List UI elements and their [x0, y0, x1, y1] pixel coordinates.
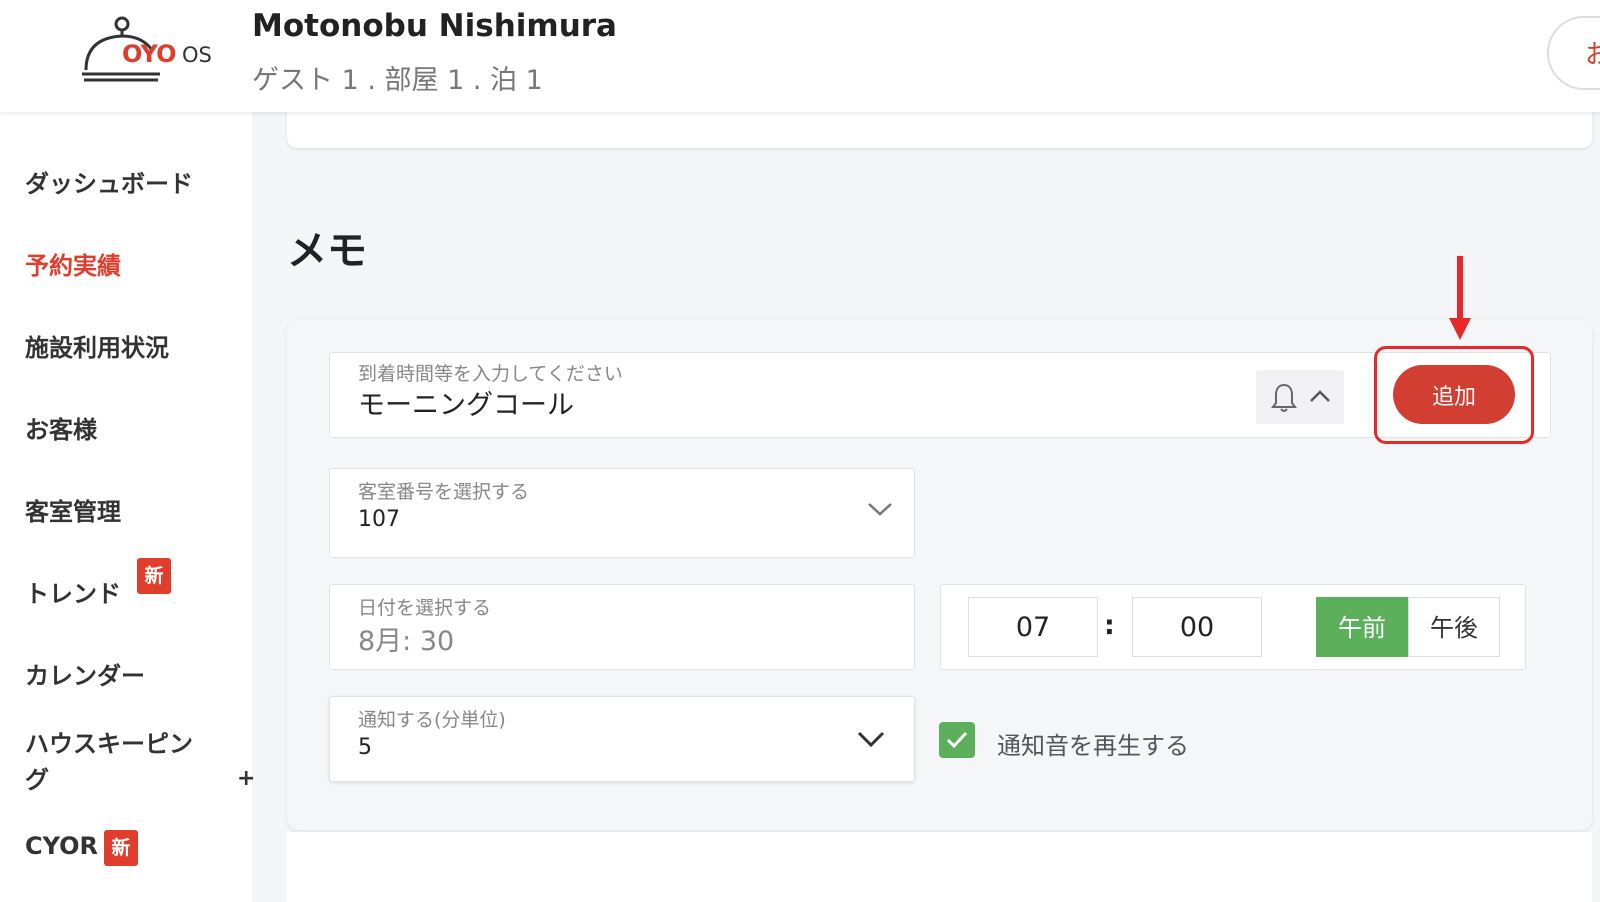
- header-action-label: お: [1585, 40, 1600, 70]
- sidebar: ダッシュボード 予約実績 施設利用状況 お客様 客室管理 トレンド 新 カレンダ…: [0, 112, 252, 902]
- notify-label: 通知する(分単位): [358, 709, 506, 731]
- room-number-value: 107: [358, 507, 400, 532]
- sidebar-item-rooms[interactable]: 客室管理: [25, 492, 121, 527]
- sidebar-item-bookings[interactable]: 予約実績: [25, 246, 121, 281]
- sidebar-item-trends[interactable]: トレンド: [25, 574, 121, 609]
- header-action-button[interactable]: お: [1547, 16, 1600, 90]
- memo-input-placeholder: 到着時間等を入力してください: [358, 363, 623, 385]
- sidebar-item-housekeeping[interactable]: ハウスキーピン: [25, 724, 193, 759]
- sidebar-item-dashboard[interactable]: ダッシュボード: [25, 164, 193, 199]
- bell-icon: [1271, 383, 1297, 412]
- sidebar-item-cyor[interactable]: CYOR: [25, 832, 98, 860]
- date-value: 8月: 30: [358, 626, 455, 657]
- chevron-down-icon: [868, 503, 892, 516]
- check-icon: [946, 731, 968, 749]
- new-badge: 新: [104, 830, 138, 866]
- hour-input[interactable]: 07: [968, 597, 1098, 657]
- new-badge: 新: [137, 558, 171, 594]
- sidebar-item-housekeeping-line2[interactable]: グ: [25, 760, 49, 795]
- logo-brand-text: OYO: [122, 40, 176, 68]
- guest-summary: ゲスト 1 . 部屋 1 . 泊 1: [252, 65, 543, 96]
- date-label: 日付を選択する: [358, 597, 492, 619]
- app-header: OYO OS Motonobu Nishimura ゲスト 1 . 部屋 1 .…: [0, 0, 1600, 112]
- sidebar-item-guests[interactable]: お客様: [25, 410, 97, 445]
- pm-toggle[interactable]: 午後: [1408, 597, 1500, 657]
- section-title: メモ: [287, 228, 367, 274]
- arrow-down-icon: [1449, 256, 1471, 340]
- memo-input-value: モーニングコール: [358, 390, 574, 421]
- chevron-down-icon: [857, 731, 885, 748]
- memo-input[interactable]: 到着時間等を入力してください モーニングコール: [329, 352, 1551, 438]
- sidebar-item-calendar[interactable]: カレンダー: [25, 656, 145, 691]
- guest-name: Motonobu Nishimura: [252, 8, 617, 44]
- time-separator: :: [1104, 610, 1115, 641]
- play-sound-checkbox[interactable]: [939, 722, 975, 758]
- next-card: [287, 832, 1592, 902]
- date-picker[interactable]: 日付を選択する 8月: 30: [329, 584, 915, 670]
- chevron-up-icon: [1310, 390, 1330, 402]
- am-toggle[interactable]: 午前: [1316, 597, 1408, 657]
- room-number-select[interactable]: 客室番号を選択する 107: [329, 468, 915, 558]
- add-memo-button[interactable]: 追加: [1393, 365, 1515, 424]
- notify-value: 5: [358, 735, 372, 760]
- room-number-label: 客室番号を選択する: [358, 481, 530, 503]
- sidebar-item-occupancy[interactable]: 施設利用状況: [25, 328, 169, 363]
- play-sound-label: 通知音を再生する: [997, 732, 1189, 760]
- logo-os-text: OS: [182, 43, 212, 67]
- plus-icon[interactable]: +: [237, 766, 255, 791]
- notify-minutes-select[interactable]: 通知する(分単位) 5: [329, 696, 915, 782]
- reminder-toggle[interactable]: [1256, 370, 1344, 424]
- minute-input[interactable]: 00: [1132, 597, 1262, 657]
